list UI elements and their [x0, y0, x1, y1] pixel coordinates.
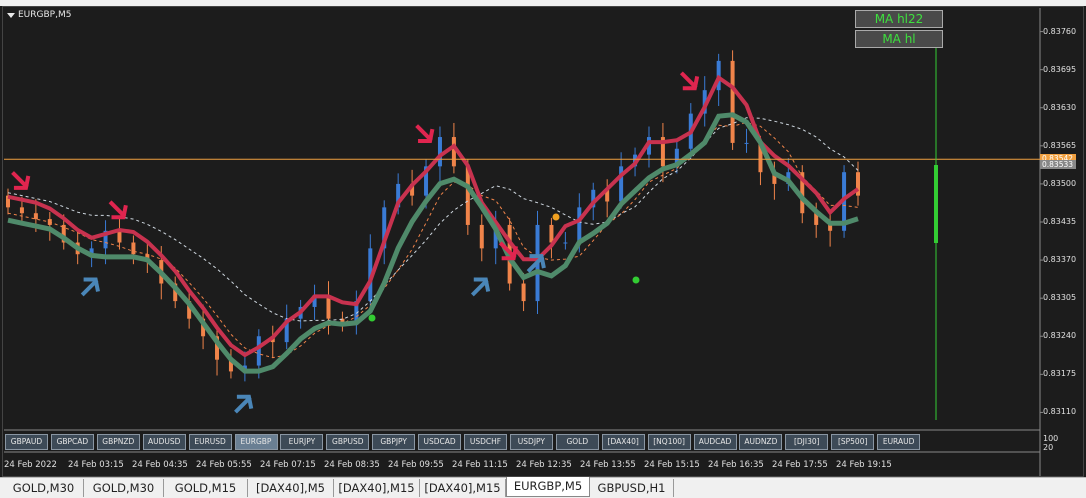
arrow-down-icon — [415, 124, 435, 144]
chart-tab[interactable]: [DAX40],M15 — [420, 479, 506, 497]
time-tick-label: 24 Feb 19:15 — [836, 460, 892, 470]
current-price-lower-tag: 0.83533 — [1040, 160, 1076, 169]
arrow-up-icon — [234, 394, 254, 414]
symbol-button-gbpnzd[interactable]: GBPNZD — [96, 434, 140, 450]
candle-body — [131, 242, 136, 255]
time-tick-label: 24 Feb 2022 — [4, 460, 57, 470]
chart-tab[interactable]: [DAX40],M15 — [334, 479, 420, 497]
candle-body — [563, 242, 568, 244]
time-tick-label: 24 Feb 05:55 — [196, 460, 252, 470]
candle-body — [744, 142, 749, 144]
time-tick-label: 24 Feb 16:35 — [708, 460, 764, 470]
candle-body — [828, 224, 833, 231]
price-tick-label: 0.83630 — [1043, 102, 1077, 112]
indicator-level-100: 100 — [1043, 434, 1059, 443]
symbol-button-audnzd[interactable]: AUDNZD — [739, 434, 783, 450]
arrow-down-icon — [679, 71, 700, 91]
candle-body — [577, 207, 582, 243]
arrow-up-icon — [80, 277, 100, 297]
chart-tab[interactable]: GOLD,M30 — [84, 479, 164, 497]
price-tick-label: 0.83760 — [1043, 26, 1077, 36]
signal-dot — [552, 213, 560, 221]
candle-body — [549, 224, 554, 243]
candle-body — [117, 230, 122, 243]
candle-body — [437, 137, 442, 167]
time-tick-label: 24 Feb 03:15 — [68, 460, 124, 470]
symbol-button-gbpjpy[interactable]: GBPJPY — [372, 434, 416, 450]
price-tick-label: 0.83500 — [1043, 178, 1077, 188]
symbol-button-eurgbp[interactable]: EURGBP — [234, 434, 278, 450]
time-tick-label: 24 Feb 08:35 — [324, 460, 380, 470]
symbol-button-nq100[interactable]: [NQ100] — [647, 434, 691, 450]
arrow-up-icon — [470, 277, 491, 297]
symbol-button-sp500[interactable]: [SP500] — [831, 434, 875, 450]
candle-body — [256, 336, 261, 366]
ma-hl-line — [7, 112, 859, 374]
indicator-level-20: 20 — [1043, 443, 1054, 452]
arrow-down-icon — [11, 171, 31, 190]
time-tick-label: 24 Feb 13:55 — [580, 460, 636, 470]
time-tick-label: 24 Feb 12:35 — [516, 460, 572, 470]
candle-body — [451, 137, 456, 167]
symbol-button-gold[interactable]: GOLD — [555, 434, 599, 450]
chart-tab[interactable]: GOLD,M30 — [4, 479, 84, 497]
grid — [4, 8, 1043, 476]
chart-annotations — [4, 48, 1040, 420]
legend-button-ma-hl[interactable]: MA hl — [855, 30, 943, 48]
symbol-button-dji30[interactable]: [DJI30] — [785, 434, 829, 450]
symbol-button-usdcad[interactable]: USDCAD — [418, 434, 462, 450]
symbol-button-gbpcad[interactable]: GBPCAD — [50, 434, 94, 450]
price-tick-label: 0.83175 — [1043, 369, 1077, 379]
candle-body — [465, 166, 470, 225]
signal-dot — [368, 314, 376, 322]
candles — [6, 50, 860, 382]
time-tick-label: 24 Feb 11:15 — [452, 460, 508, 470]
symbol-button-gbpaud[interactable]: GBPAUD — [5, 434, 48, 450]
chart-tab[interactable]: EURGBP,M5 — [506, 477, 590, 497]
chart-tab[interactable]: GOLD,M15 — [164, 479, 248, 497]
symbol-button-usdjpy[interactable]: USDJPY — [509, 434, 553, 450]
price-tick-label: 0.83435 — [1043, 217, 1077, 226]
time-tick-label: 24 Feb 17:55 — [772, 460, 828, 470]
price-tick-label: 0.83695 — [1043, 64, 1077, 74]
signal-arrows — [11, 71, 700, 414]
chart-title[interactable]: EURGBP,M5 — [7, 10, 71, 20]
candle-body — [521, 283, 526, 302]
ma-dotted-lower-line — [7, 121, 859, 359]
price-chart[interactable] — [0, 0, 1086, 498]
symbol-button-audcad[interactable]: AUDCAD — [693, 434, 737, 450]
symbol-button-eurusd[interactable]: EURUSD — [188, 434, 232, 450]
time-tick-label: 24 Feb 04:35 — [132, 460, 188, 470]
time-tick-label: 24 Feb 07:15 — [260, 460, 316, 470]
moving-averages — [7, 74, 860, 374]
price-tick-label: 0.83565 — [1043, 140, 1077, 150]
signal-dot — [632, 276, 640, 284]
time-tick-label: 24 Feb 15:15 — [644, 460, 700, 470]
symbol-button-eurjpy[interactable]: EURJPY — [280, 434, 324, 450]
symbol-button-dax40[interactable]: [DAX40] — [601, 434, 645, 450]
symbol-button-gbpusd[interactable]: GBPUSD — [326, 434, 370, 450]
price-tick-label: 0.83305 — [1043, 293, 1077, 303]
legend-button-ma-hl22[interactable]: MA hl22 — [855, 10, 943, 28]
candle-body — [479, 224, 484, 249]
time-tick-label: 24 Feb 09:55 — [388, 460, 444, 470]
price-tick-label: 0.83240 — [1043, 331, 1077, 341]
candle-body — [19, 207, 24, 214]
dropdown-triangle-icon[interactable] — [7, 12, 15, 18]
ma-hl22-line — [7, 74, 860, 358]
price-tick-label: 0.83110 — [1043, 407, 1077, 417]
chart-tab[interactable]: GBPUSD,H1 — [590, 479, 674, 497]
symbol-button-euraud[interactable]: EURAUD — [877, 434, 921, 450]
price-tick-label: 0.83370 — [1043, 255, 1077, 265]
candle-body — [730, 60, 735, 143]
symbol-button-usdchf[interactable]: USDCHF — [464, 434, 507, 450]
arrow-down-icon — [108, 200, 128, 220]
ma-dotted-upper-line — [7, 117, 859, 322]
symbol-button-audusd[interactable]: AUDUSD — [142, 434, 186, 450]
chart-title-label: EURGBP,M5 — [18, 10, 72, 20]
candle-body — [33, 213, 38, 220]
chart-tab[interactable]: [DAX40],M5 — [248, 479, 334, 497]
